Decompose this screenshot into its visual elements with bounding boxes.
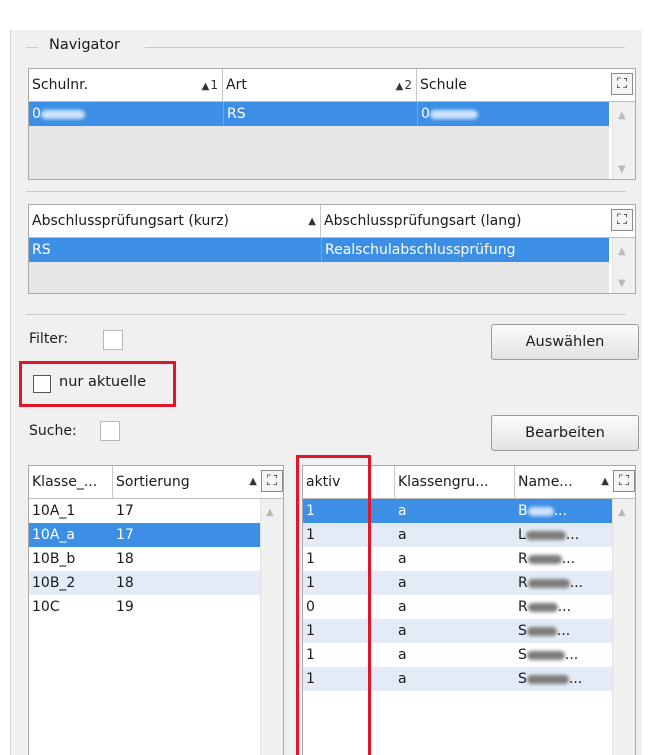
cell-klasse: 10C (32, 599, 60, 615)
classes-grid[interactable]: Klasse_... Sortierung ▲ ⛶ 10A_1 17 10A_a 17… (28, 465, 284, 755)
column-header-name[interactable]: Name... ▲ (515, 466, 613, 498)
groupbox-border (26, 47, 38, 48)
vertical-scrollbar[interactable]: ▲ (260, 499, 283, 755)
column-label: Schule (420, 77, 467, 93)
cell-klassengruppe: a (398, 647, 407, 663)
cell-kurz: RS (32, 242, 51, 258)
column-chooser-icon[interactable]: ⛶ (261, 470, 283, 492)
schools-grid[interactable]: Schulnr. ▲1 Art ▲2 Schule ⛶ 0 RS 0 ▲ ▼ (28, 68, 636, 180)
cell-sortierung: 19 (116, 599, 134, 615)
column-chooser-icon[interactable]: ⛶ (611, 73, 633, 95)
cell-klassengruppe: a (398, 575, 407, 591)
scroll-up-icon[interactable]: ▲ (618, 507, 626, 518)
column-label: Abschlussprüfungsart (kurz) (32, 213, 229, 229)
cell-name: R... (518, 599, 572, 615)
cell-art: RS (223, 102, 417, 126)
column-header-schulnr[interactable]: Schulnr. ▲1 (29, 69, 223, 101)
highlight-box (296, 455, 371, 755)
cell-sortierung: 17 (116, 503, 134, 519)
cell-klasse: 10A_a (32, 527, 75, 543)
filter-checkbox[interactable] (103, 330, 123, 350)
column-header-lang[interactable]: Abschlussprüfungsart (lang) (321, 205, 609, 237)
cell-name: S... (518, 623, 571, 639)
cell-klasse: 10B_2 (32, 575, 76, 591)
cell-sortierung: 17 (116, 527, 134, 543)
sort-ascending-icon: ▲1 (201, 78, 218, 92)
column-header-klassengruppe[interactable]: Klassengru... (395, 466, 515, 498)
sort-ascending-icon: ▲ (308, 216, 316, 227)
cell-sortierung: 18 (116, 575, 134, 591)
cell-name: S... (518, 647, 579, 663)
column-label: Schulnr. (32, 77, 89, 93)
empty-grid-area (29, 126, 609, 179)
cell-klassengruppe: a (398, 503, 407, 519)
scroll-down-icon[interactable]: ▼ (618, 164, 626, 175)
cell-sortierung: 18 (116, 551, 134, 567)
column-label: Art (226, 77, 247, 93)
column-header-sortierung[interactable]: Sortierung ▲ (113, 466, 261, 498)
column-chooser-icon[interactable]: ⛶ (613, 470, 635, 492)
column-header-art[interactable]: Art ▲2 (223, 69, 417, 101)
scroll-up-icon[interactable]: ▲ (618, 246, 626, 257)
table-row[interactable]: 10B_2 18 (29, 571, 261, 595)
only-current-label: nur aktuelle (59, 374, 147, 390)
sort-ascending-icon: ▲ (601, 476, 609, 487)
table-row[interactable]: 10A_1 17 (29, 499, 261, 523)
column-label: Name... (518, 474, 573, 490)
vertical-scrollbar[interactable]: ▲ ▼ (612, 238, 635, 293)
cell-name: R... (518, 575, 584, 591)
table-row[interactable]: 10A_a 17 (29, 523, 261, 547)
scroll-up-icon[interactable]: ▲ (266, 507, 274, 518)
separator (26, 191, 626, 192)
cell-name: R... (518, 551, 576, 567)
column-header-kurz[interactable]: Abschlussprüfungsart (kurz) ▲ (29, 205, 321, 237)
vertical-scrollbar[interactable]: ▲ ▼ (612, 102, 635, 179)
table-row[interactable]: RS Realschulabschlussprüfung (29, 238, 609, 262)
column-label: Abschlussprüfungsart (lang) (324, 213, 522, 229)
cell-schule: 0 (417, 102, 609, 126)
cell-klassengruppe: a (398, 671, 407, 687)
sort-ascending-icon: ▲2 (395, 78, 412, 92)
scroll-down-icon[interactable]: ▼ (618, 278, 626, 289)
scroll-up-icon[interactable]: ▲ (618, 110, 626, 121)
only-current-checkbox[interactable] (33, 375, 51, 393)
sort-ascending-icon: ▲ (249, 476, 257, 487)
cell-name: S... (518, 671, 583, 687)
groupbox-border (145, 47, 625, 48)
cell-klasse: 10A_1 (32, 503, 76, 519)
classes-grid-header: Klasse_... Sortierung ▲ (29, 466, 283, 499)
table-row[interactable]: 10C 19 (29, 595, 261, 619)
cell-lang: Realschulabschlussprüfung (321, 238, 609, 262)
cell-name: L... (518, 527, 580, 543)
schools-grid-header: Schulnr. ▲1 Art ▲2 Schule (29, 69, 635, 102)
cell-name: B... (518, 503, 567, 519)
table-row[interactable]: 10B_b 18 (29, 547, 261, 571)
exam-types-grid-header: Abschlussprüfungsart (kurz) ▲ Abschlussp… (29, 205, 635, 238)
cell-klassengruppe: a (398, 551, 407, 567)
column-chooser-icon[interactable]: ⛶ (611, 209, 633, 231)
cell-klassengruppe: a (398, 599, 407, 615)
search-checkbox[interactable] (100, 421, 120, 441)
column-header-klasse[interactable]: Klasse_... (29, 466, 113, 498)
separator (26, 314, 626, 315)
vertical-scrollbar[interactable]: ▲ (612, 499, 635, 755)
exam-types-grid[interactable]: Abschlussprüfungsart (kurz) ▲ Abschlussp… (28, 204, 636, 294)
edit-button[interactable]: Bearbeiten (491, 415, 639, 451)
empty-grid-area (29, 262, 609, 293)
table-row[interactable]: 0 RS 0 (29, 102, 609, 126)
select-button[interactable]: Auswählen (491, 324, 639, 360)
search-label: Suche: (29, 423, 77, 439)
navigator-title: Navigator (45, 37, 124, 53)
column-header-schule[interactable]: Schule (417, 69, 609, 101)
filter-label: Filter: (29, 331, 69, 347)
column-label: Sortierung (116, 474, 190, 490)
cell-klassengruppe: a (398, 623, 407, 639)
cell-klassengruppe: a (398, 527, 407, 543)
cell-schulnr: 0 (29, 102, 223, 126)
cell-klasse: 10B_b (32, 551, 76, 567)
